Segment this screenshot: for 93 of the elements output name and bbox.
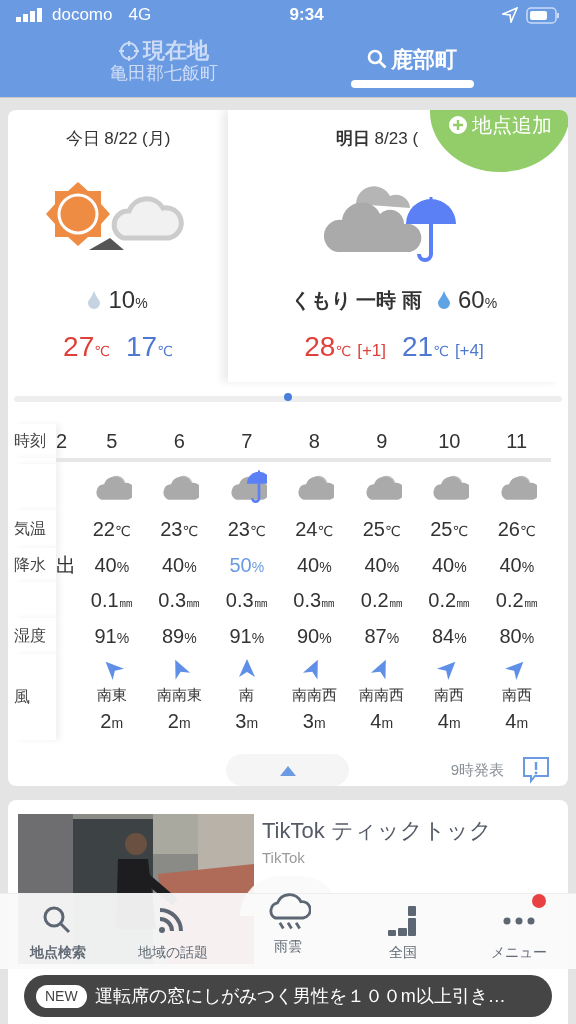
row-label: 風 <box>14 654 56 740</box>
nav-tab[interactable]: 全国 <box>345 894 461 969</box>
wind-direction: 南南西 <box>359 684 405 705</box>
network-type: 4G <box>128 4 152 27</box>
weather-condition: くもり 一時 雨 <box>290 287 422 313</box>
temperature: 23℃ <box>160 517 199 542</box>
precipitation-chance: 40% <box>499 553 535 578</box>
humidity: 91% <box>229 624 265 649</box>
humidity: 84% <box>431 624 467 649</box>
low-temperature-change: [+4] <box>454 339 484 362</box>
day-date: 今日 8/22 (月) <box>65 128 171 150</box>
humidity: 80% <box>499 624 535 649</box>
collapse-button[interactable] <box>226 754 349 786</box>
wind-speed: 3m <box>235 709 259 735</box>
humidity: 87% <box>364 624 400 649</box>
high-temperature: 27℃ <box>63 329 110 364</box>
nav-tab[interactable]: メニュー <box>461 894 576 969</box>
search-icon <box>367 49 387 70</box>
temperature: 22℃ <box>92 517 131 542</box>
rainfall-amount: 0.1㎜ <box>90 588 133 613</box>
humidity: 91% <box>94 624 130 649</box>
wind-speed: 2m <box>100 709 124 735</box>
rain-chance: 10% <box>108 284 148 315</box>
temperature: 24℃ <box>295 517 334 542</box>
hour-label: 11 <box>506 429 528 454</box>
hour-label: 9 <box>376 429 388 454</box>
precipitation-chance: 40% <box>431 553 467 578</box>
precipitation-chance: 40% <box>161 553 197 578</box>
hour-label: 7 <box>241 429 253 454</box>
scroll-thumb[interactable] <box>284 393 292 401</box>
wind-direction: 南南東 <box>156 684 202 705</box>
humidity: 89% <box>161 624 197 649</box>
battery-icon <box>526 6 560 24</box>
sunrise-label: 出 <box>56 553 77 578</box>
temperature: 25℃ <box>430 517 469 542</box>
hour-label: 6 <box>173 429 185 454</box>
wind-direction: 南南西 <box>291 684 337 705</box>
clock: 9:34 <box>289 4 324 27</box>
ad-source: TikTok <box>262 848 306 868</box>
news-ticker[interactable]: NEW 運転席の窓にしがみつく男性を１００m以上引き… <box>24 975 552 1017</box>
temperature: 23℃ <box>227 517 266 542</box>
humidity: 90% <box>296 624 332 649</box>
wind-direction: 南 <box>239 684 255 705</box>
caret-up-icon <box>279 765 296 776</box>
crosshair-icon <box>119 40 139 61</box>
hour-label: 2 <box>56 429 69 454</box>
wind-speed: 4m <box>370 709 394 735</box>
temperature: 25℃ <box>362 517 401 542</box>
ad-title: TikTok ティックトック <box>262 817 492 845</box>
precipitation-chance: 50% <box>229 553 265 578</box>
wind-speed: 4m <box>437 709 461 735</box>
rainfall-amount: 0.3㎜ <box>158 588 201 613</box>
row-label: 時刻 <box>14 424 56 458</box>
low-temperature: 21℃ <box>402 329 449 364</box>
wind-speed: 2m <box>167 709 191 735</box>
location-tab[interactable]: 鹿部町 <box>367 46 457 73</box>
row-label: 気温 <box>14 510 56 548</box>
plus-circle-icon <box>448 115 468 135</box>
hour-label: 10 <box>438 429 461 454</box>
new-badge: NEW <box>36 984 87 1008</box>
carrier-name: docomo <box>52 4 113 27</box>
wind-direction: 南東 <box>96 684 127 705</box>
nav-tab[interactable]: 地域の話題 <box>115 894 231 969</box>
precipitation-chance: 40% <box>364 553 400 578</box>
nav-tab[interactable]: 雨雲 <box>230 894 346 969</box>
wind-direction: 南西 <box>434 684 465 705</box>
rain-chance: 60% <box>458 284 498 315</box>
wind-direction: 南西 <box>501 684 532 705</box>
rainfall-amount: 0.3㎜ <box>293 588 336 613</box>
row-label: 湿度 <box>14 618 56 654</box>
low-temperature: 17℃ <box>126 329 173 364</box>
news-headline: 運転席の窓にしがみつく男性を１００m以上引き… <box>94 984 506 1008</box>
nav-tab[interactable]: 地点検索 <box>0 894 115 969</box>
row-label: 降水 <box>14 548 56 582</box>
precipitation-chance: 40% <box>296 553 332 578</box>
rainfall-amount: 0.3㎜ <box>225 588 268 613</box>
day-date: 明日 8/23 ( <box>335 128 419 150</box>
rainfall-amount: 0.2㎜ <box>428 588 471 613</box>
location-arrow-icon <box>502 7 518 23</box>
wind-speed: 4m <box>505 709 529 735</box>
rainfall-amount: 0.2㎜ <box>495 588 538 613</box>
hour-label: 8 <box>308 429 320 454</box>
issue-time: 9時発表 <box>450 759 504 780</box>
signal-icon <box>16 8 44 22</box>
menu-icon <box>501 917 536 925</box>
report-button[interactable] <box>520 755 552 785</box>
temperature: 26℃ <box>497 517 536 542</box>
rainfall-amount: 0.2㎜ <box>360 588 403 613</box>
precipitation-chance: 40% <box>94 553 130 578</box>
high-temperature-change: [+1] <box>357 339 386 362</box>
hour-label: 5 <box>106 429 118 454</box>
high-temperature: 28℃ <box>304 329 352 364</box>
wind-speed: 3m <box>302 709 326 735</box>
